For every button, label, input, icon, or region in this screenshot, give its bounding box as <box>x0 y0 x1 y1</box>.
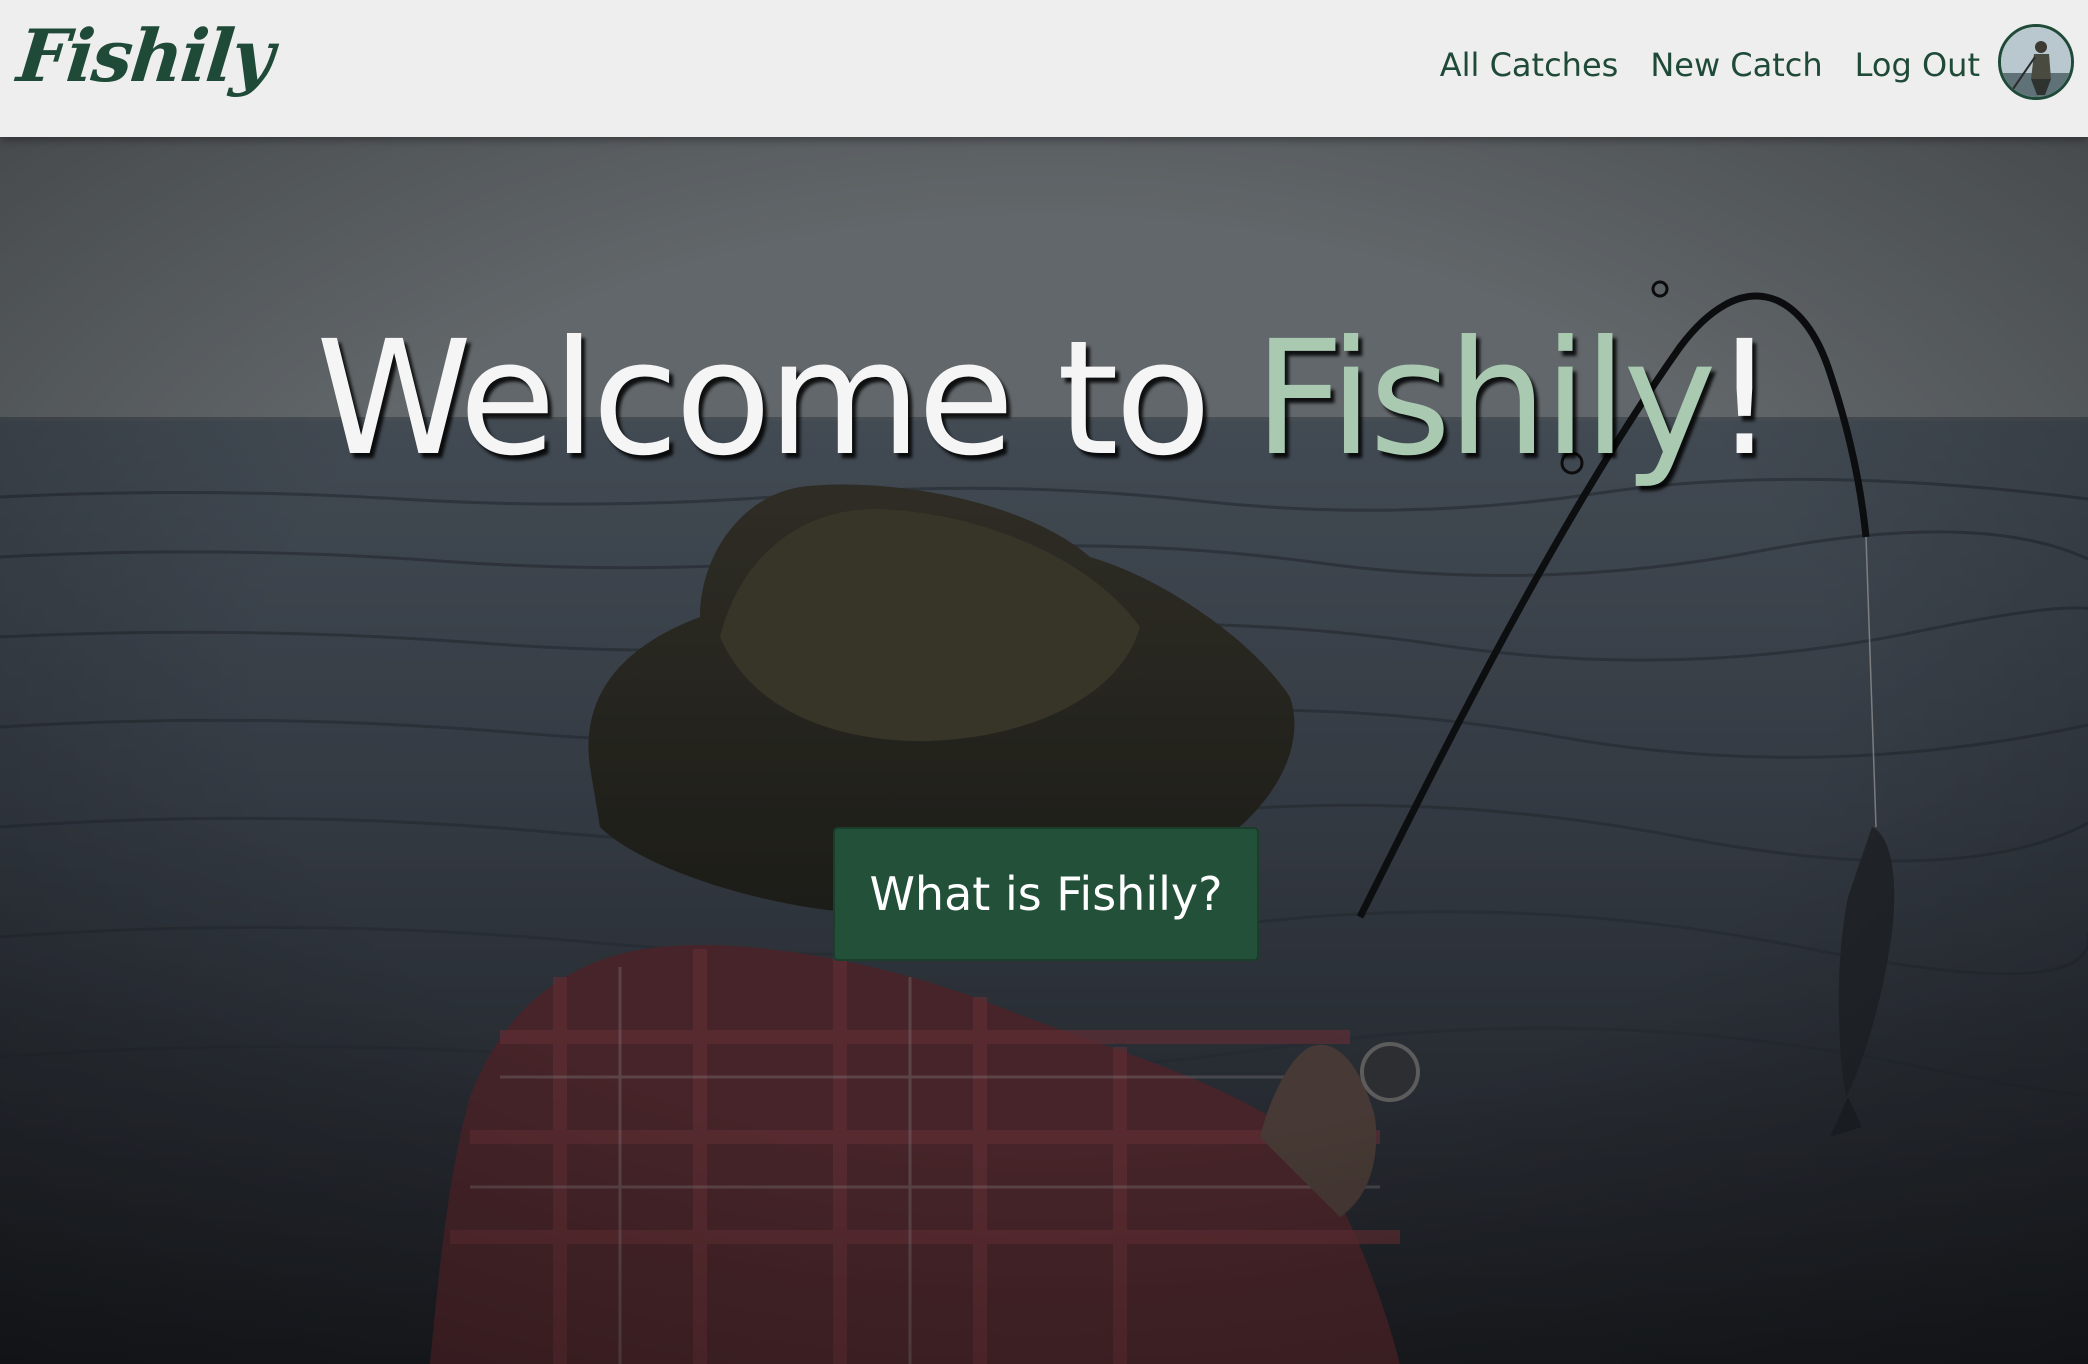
hero-section: Welcome to Fishily! What is Fishily? <box>0 137 2088 1364</box>
brand-logo[interactable]: Fishily <box>14 13 277 98</box>
avatar-image <box>2001 27 2071 97</box>
hero-title-main: Welcome to <box>315 307 1254 491</box>
hero-title: Welcome to Fishily! <box>0 307 2088 491</box>
what-is-fishily-button[interactable]: What is Fishily? <box>833 827 1259 961</box>
nav-link-all-catches[interactable]: All Catches <box>1440 46 1619 84</box>
nav-link-log-out[interactable]: Log Out <box>1855 46 1980 84</box>
nav-links: All Catches New Catch Log Out <box>1408 0 1980 130</box>
nav-link-new-catch[interactable]: New Catch <box>1650 46 1822 84</box>
hero-title-accent: Fishily <box>1253 307 1717 491</box>
hero-title-end: ! <box>1712 307 1776 491</box>
user-avatar[interactable] <box>1998 24 2074 100</box>
navbar: Fishily All Catches New Catch Log Out <box>0 0 2088 137</box>
